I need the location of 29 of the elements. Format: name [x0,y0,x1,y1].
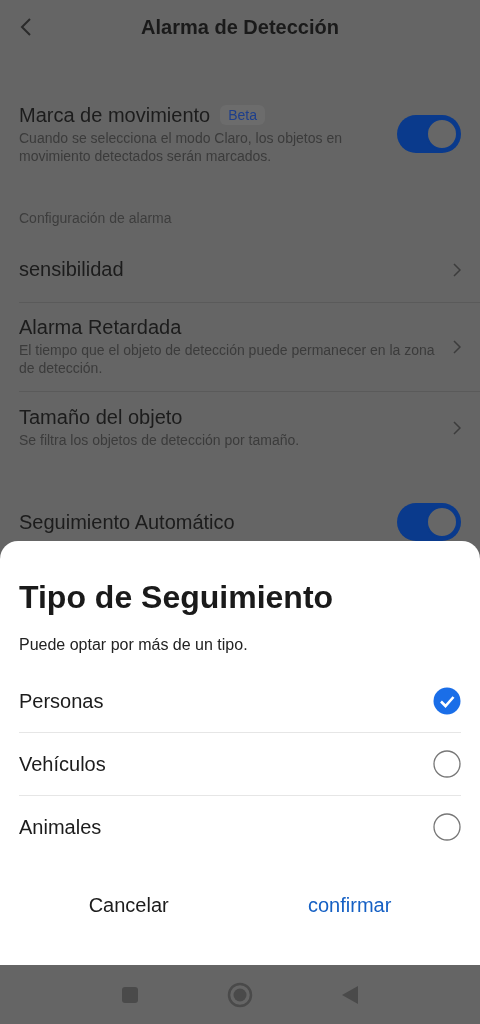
chevron-icon [453,420,461,435]
beta-badge: Beta [220,105,265,126]
back-icon[interactable] [20,17,32,37]
item-title: Alarma Retardada [19,316,183,340]
recents-icon[interactable] [121,985,139,1004]
toggle-switch[interactable] [397,115,461,154]
checkbox[interactable] [433,687,461,715]
home-icon[interactable] [227,981,253,1008]
chevron-icon [453,339,461,354]
sheet-title: Tipo de Seguimiento [19,579,335,616]
toggle-switch[interactable] [397,503,461,541]
item-title: sensibilidad [19,258,125,282]
option-row[interactable]: Animales [19,795,461,858]
page-title: Alarma de Detección [141,16,339,40]
cancel-button[interactable]: Cancelar [70,886,187,925]
setting-title: Seguimiento Automático [19,510,235,534]
setting-title: Marca de movimiento [19,103,211,127]
option-row[interactable]: Vehículos [19,732,461,795]
option-label: Animales [19,815,102,839]
checkbox[interactable] [433,750,461,778]
back-icon[interactable] [341,984,359,1005]
confirm-button[interactable]: confirmar [290,886,410,925]
chevron-icon [453,262,461,277]
sheet-subtitle: Puede optar por más de un tipo. [19,636,249,654]
checkbox[interactable] [433,813,461,841]
option-row[interactable]: Personas [19,670,461,732]
item-title: Tamaño del objeto [19,406,184,430]
option-label: Personas [19,689,104,713]
option-label: Vehículos [19,752,106,776]
